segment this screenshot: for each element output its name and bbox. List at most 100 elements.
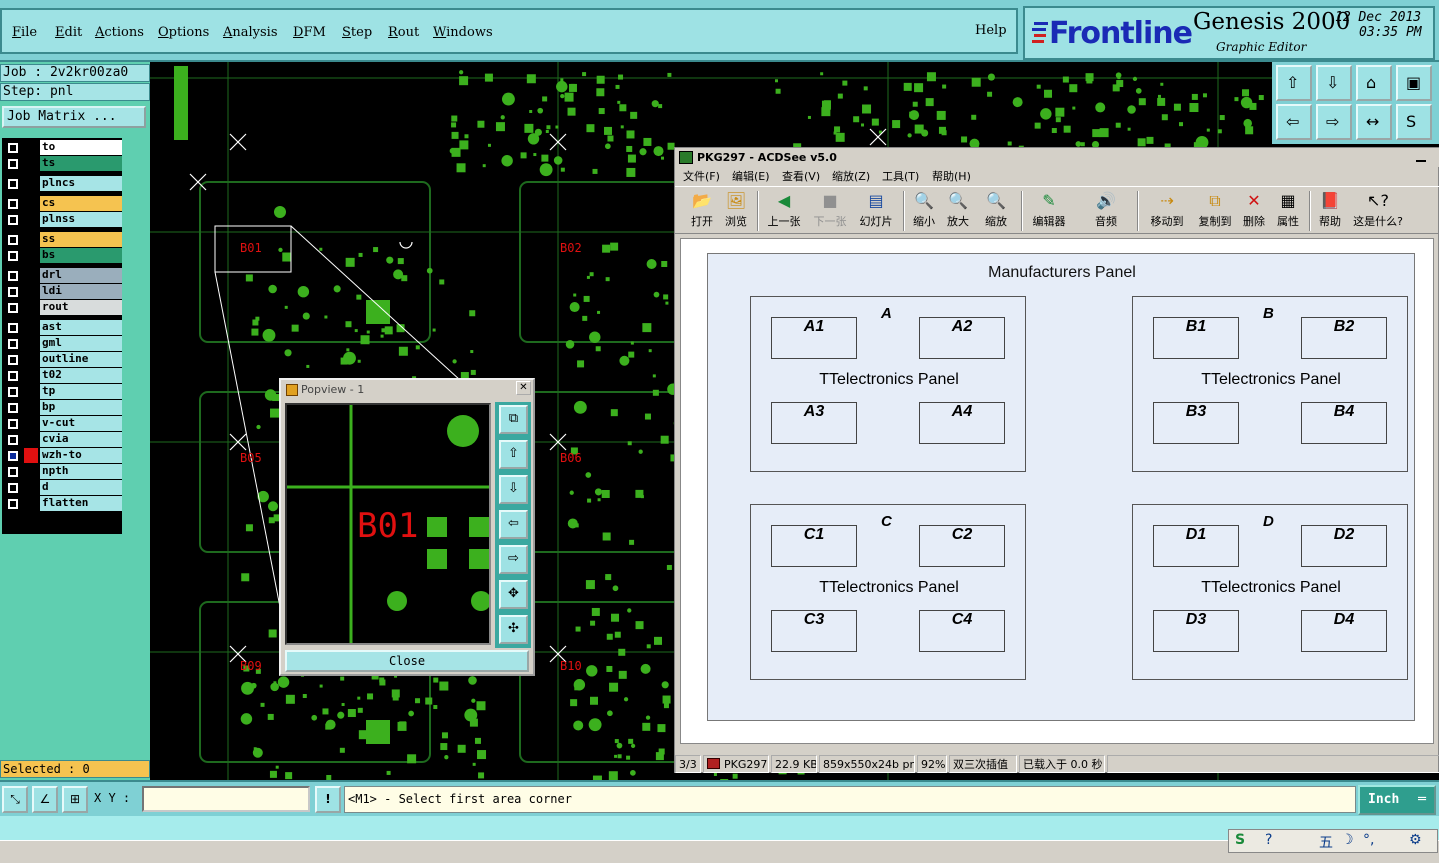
layer-checkbox[interactable] xyxy=(8,355,18,365)
layer-color-swatch[interactable] xyxy=(24,248,38,263)
layer-color-swatch[interactable] xyxy=(24,156,38,171)
layer-name[interactable]: v-cut xyxy=(40,416,122,431)
layer-name[interactable]: t02 xyxy=(40,368,122,383)
layer-name[interactable]: npth xyxy=(40,464,122,479)
layer-row-d[interactable]: d xyxy=(4,480,122,495)
popview-zoom-button[interactable]: ⧉ xyxy=(499,405,528,434)
acd-menu-tools[interactable]: 工具(T) xyxy=(882,167,919,186)
menu-actions[interactable]: Actions xyxy=(95,25,144,40)
layer-color-swatch[interactable] xyxy=(24,196,38,211)
popview-right-button[interactable]: ⇨ xyxy=(499,545,528,574)
layer-row-bp[interactable]: bp xyxy=(4,400,122,415)
layer-color-swatch[interactable] xyxy=(24,496,38,511)
layer-row-bs[interactable]: bs xyxy=(4,248,122,263)
acd-audio-button[interactable]: 🔊 音频 xyxy=(1091,191,1121,229)
popview-close-button[interactable]: Close xyxy=(285,650,529,672)
layer-row-v-cut[interactable]: v-cut xyxy=(4,416,122,431)
layer-checkbox[interactable] xyxy=(8,159,18,169)
layer-name[interactable]: rout xyxy=(40,300,122,315)
layer-color-swatch[interactable] xyxy=(24,140,38,155)
layer-name[interactable]: plncs xyxy=(40,176,122,191)
popview-down-button[interactable]: ⇩ xyxy=(499,475,528,504)
layer-row-ldi[interactable]: ldi xyxy=(4,284,122,299)
layer-checkbox[interactable] xyxy=(8,451,18,461)
acd-menu-edit[interactable]: 编辑(E) xyxy=(732,167,770,186)
layer-color-swatch[interactable] xyxy=(24,268,38,283)
layer-color-swatch[interactable] xyxy=(24,284,38,299)
layer-row-gml[interactable]: gml xyxy=(4,336,122,351)
acd-menu-file[interactable]: 文件(F) xyxy=(683,167,720,186)
layer-checkbox[interactable] xyxy=(8,403,18,413)
layer-color-swatch[interactable] xyxy=(24,464,38,479)
acd-move-button[interactable]: ⇢ 移动到 xyxy=(1145,191,1189,229)
layer-checkbox[interactable] xyxy=(8,235,18,245)
redraw-button[interactable]: S xyxy=(1396,104,1432,140)
help-icon[interactable]: ? xyxy=(1265,832,1272,848)
ime-mode[interactable]: 五 xyxy=(1319,832,1333,852)
layer-row-cvia[interactable]: cvia xyxy=(4,432,122,447)
menu-options[interactable]: Options xyxy=(158,25,209,40)
layer-checkbox[interactable] xyxy=(8,287,18,297)
pan-down-button[interactable]: ⇩ xyxy=(1316,65,1352,101)
layer-checkbox[interactable] xyxy=(8,483,18,493)
snap-button[interactable]: ⤡ xyxy=(2,786,28,813)
acd-menu-zoom[interactable]: 缩放(Z) xyxy=(832,167,870,186)
home-view-button[interactable]: ⌂ xyxy=(1356,65,1392,101)
layer-row-wzh-to[interactable]: wzh-to xyxy=(4,448,122,463)
acd-prev-button[interactable]: ◀ 上一张 xyxy=(765,191,803,229)
acd-properties-button[interactable]: ▦ 属性 xyxy=(1275,191,1301,229)
layer-checkbox[interactable] xyxy=(8,215,18,225)
layer-color-swatch[interactable] xyxy=(24,232,38,247)
menu-step[interactable]: Step xyxy=(342,25,372,40)
sogou-icon[interactable]: S xyxy=(1235,832,1245,848)
layer-color-swatch[interactable] xyxy=(24,448,38,463)
layer-checkbox[interactable] xyxy=(8,303,18,313)
layer-name[interactable]: to xyxy=(40,140,122,155)
pan-right-button[interactable]: ⇨ xyxy=(1316,104,1352,140)
layer-row-outline[interactable]: outline xyxy=(4,352,122,367)
layer-name[interactable]: cvia xyxy=(40,432,122,447)
unit-selector[interactable]: Inch ═ xyxy=(1358,785,1436,815)
layer-name[interactable]: flatten xyxy=(40,496,122,511)
acd-zoom-out-button[interactable]: 🔍 缩小 xyxy=(911,191,937,229)
alert-button[interactable]: ! xyxy=(315,786,341,813)
layer-color-swatch[interactable] xyxy=(24,416,38,431)
layer-checkbox[interactable] xyxy=(8,467,18,477)
layer-row-plncs[interactable]: plncs xyxy=(4,176,122,191)
settings-gear-icon[interactable]: ⚙ xyxy=(1409,832,1422,848)
menu-file[interactable]: File xyxy=(12,25,37,40)
layer-row-ts[interactable]: ts xyxy=(4,156,122,171)
layer-name[interactable]: tp xyxy=(40,384,122,399)
angle-button[interactable]: ∠ xyxy=(32,786,58,813)
acd-browse-button[interactable]: 🖼 浏览 xyxy=(723,191,749,229)
layer-checkbox[interactable] xyxy=(8,251,18,261)
layer-name[interactable]: cs xyxy=(40,196,122,211)
layer-name[interactable]: outline xyxy=(40,352,122,367)
layer-row-tp[interactable]: tp xyxy=(4,384,122,399)
acd-next-button[interactable]: ■ 下一张 xyxy=(811,191,849,229)
acd-delete-button[interactable]: ✕ 删除 xyxy=(1241,191,1267,229)
layer-color-swatch[interactable] xyxy=(24,212,38,227)
layer-checkbox[interactable] xyxy=(8,499,18,509)
acd-zoom-in-button[interactable]: 🔍 放大 xyxy=(945,191,971,229)
menu-rout[interactable]: Rout xyxy=(388,25,419,40)
layer-checkbox[interactable] xyxy=(8,371,18,381)
minimize-icon[interactable] xyxy=(1416,152,1426,162)
acd-menu-help[interactable]: 帮助(H) xyxy=(932,167,971,186)
layer-color-swatch[interactable] xyxy=(24,300,38,315)
layer-row-t02[interactable]: t02 xyxy=(4,368,122,383)
job-matrix-button[interactable]: Job Matrix ... xyxy=(2,106,146,128)
layer-checkbox[interactable] xyxy=(8,143,18,153)
popview-canvas[interactable]: B01 xyxy=(285,403,491,645)
halfwidth-icon[interactable]: ☽ xyxy=(1341,832,1354,848)
layer-checkbox[interactable] xyxy=(8,199,18,209)
layer-name[interactable]: d xyxy=(40,480,122,495)
menu-windows[interactable]: Windows xyxy=(433,25,493,40)
fit-view-button[interactable]: ▣ xyxy=(1396,65,1432,101)
layer-color-swatch[interactable] xyxy=(24,384,38,399)
layer-color-swatch[interactable] xyxy=(24,400,38,415)
menu-analysis[interactable]: Analysis xyxy=(223,25,278,40)
menu-help[interactable]: Help xyxy=(975,23,1007,38)
layer-row-ss[interactable]: ss xyxy=(4,232,122,247)
pan-left-button[interactable]: ⇦ xyxy=(1276,104,1312,140)
